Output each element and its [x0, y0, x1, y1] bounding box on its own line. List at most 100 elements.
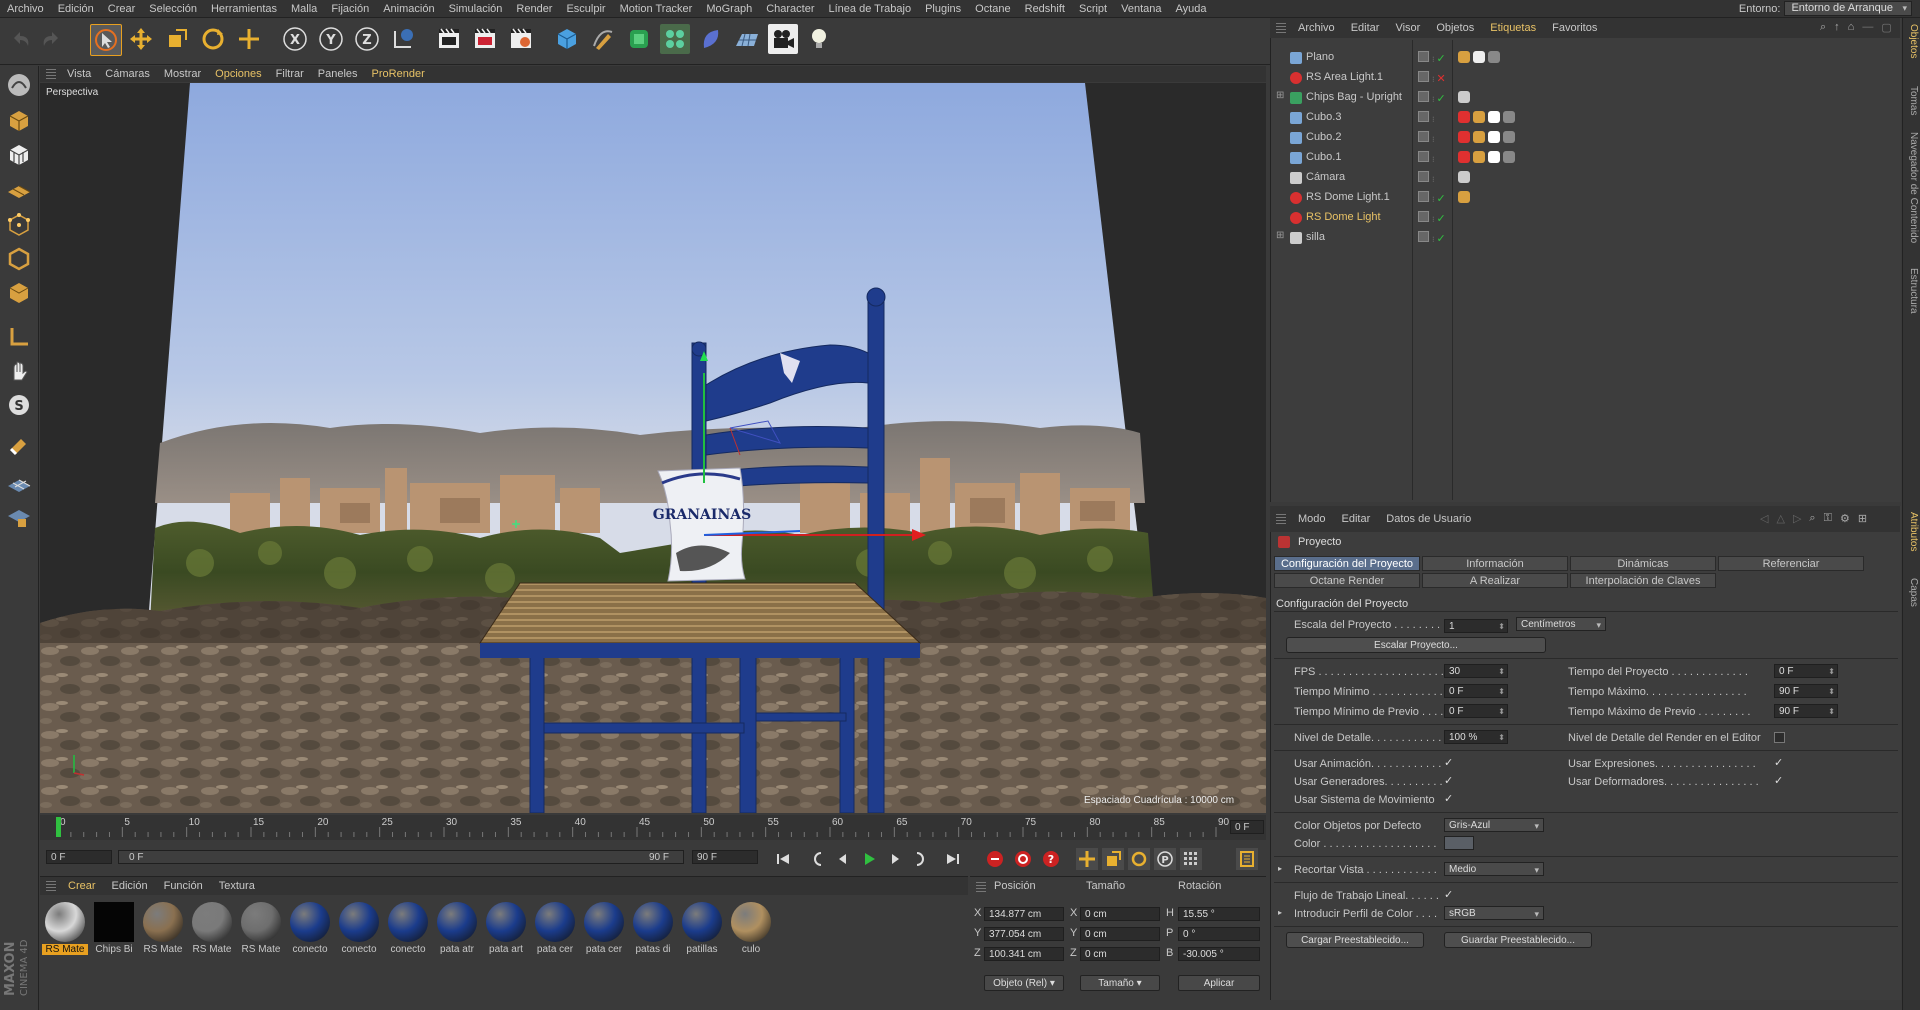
tag-icon[interactable]: [1458, 171, 1470, 183]
escalar-proyecto-button[interactable]: Escalar Proyecto...: [1286, 637, 1546, 653]
search-icon[interactable]: ⌕: [1820, 21, 1826, 34]
goto-start-icon[interactable]: [772, 848, 794, 870]
minimize-icon[interactable]: —: [1862, 21, 1873, 34]
next-frame-icon[interactable]: [884, 848, 906, 870]
size-mode-dropdown[interactable]: Tamaño ▾: [1080, 975, 1160, 991]
playhead[interactable]: [56, 817, 61, 837]
material-item[interactable]: Chips Bi: [91, 902, 137, 955]
x-axis-lock-icon[interactable]: X: [280, 24, 310, 54]
texture-mode-icon[interactable]: [4, 140, 34, 170]
pos-y-field[interactable]: 377.054 cm: [984, 927, 1064, 941]
object-tags[interactable]: [1458, 191, 1470, 203]
maximize-icon[interactable]: ▢: [1881, 21, 1891, 34]
tab-informacion[interactable]: Información: [1422, 556, 1568, 571]
object-tags[interactable]: [1458, 51, 1500, 63]
tag-icon[interactable]: [1458, 91, 1470, 103]
material-menu-0[interactable]: Crear: [60, 880, 104, 892]
material-menu-2[interactable]: Función: [156, 880, 211, 892]
side-tab-objetos[interactable]: Objetos: [1905, 24, 1919, 58]
rotate-tool-icon[interactable]: [198, 24, 228, 54]
menu-fijación[interactable]: Fijación: [324, 3, 376, 15]
record-scale-icon[interactable]: [1102, 848, 1124, 870]
record-keys-icon[interactable]: [984, 848, 1006, 870]
z-axis-lock-icon[interactable]: Z: [352, 24, 382, 54]
model-mode-icon[interactable]: [4, 106, 34, 136]
axis-mode-icon[interactable]: [4, 322, 34, 352]
tag-icon[interactable]: [1488, 111, 1500, 123]
viewport-menu-2[interactable]: Mostrar: [157, 68, 208, 80]
menu-crear[interactable]: Crear: [101, 3, 143, 15]
material-item[interactable]: RS Mate: [238, 902, 284, 955]
goto-end-icon[interactable]: [942, 848, 964, 870]
back-arrow-icon[interactable]: ◁: [1760, 512, 1768, 525]
rot-b-field[interactable]: -30.005 °: [1178, 947, 1260, 961]
tag-icon[interactable]: [1488, 131, 1500, 143]
menu-script[interactable]: Script: [1072, 3, 1114, 15]
start-frame-field[interactable]: 0 F: [46, 850, 112, 864]
size-x-field[interactable]: 0 cm: [1080, 907, 1160, 921]
play-forward-icon[interactable]: [858, 848, 880, 870]
search-icon[interactable]: ⌕: [1809, 512, 1815, 525]
usar-animacion-checkbox[interactable]: ✓: [1444, 758, 1455, 769]
tag-icon[interactable]: [1458, 191, 1470, 203]
workplane-icon[interactable]: [4, 468, 34, 498]
home-icon[interactable]: ⌂: [1848, 21, 1855, 34]
material-item[interactable]: RS Mate: [189, 902, 235, 955]
visibility-flags[interactable]: ⁝ ✓: [1418, 231, 1448, 245]
lock-icon[interactable]: ⚿: [1824, 512, 1832, 525]
record-parameter-icon[interactable]: P: [1154, 848, 1176, 870]
nivel-detalle-render-checkbox[interactable]: [1774, 732, 1785, 743]
new-window-icon[interactable]: ⊞: [1858, 512, 1867, 525]
visibility-flags[interactable]: ⁝ ✕: [1418, 71, 1448, 85]
escala-field[interactable]: 1: [1444, 619, 1508, 634]
record-rotation-icon[interactable]: [1128, 848, 1150, 870]
object-row[interactable]: Cubo.2 ⁝: [1272, 128, 1900, 148]
color-objetos-dropdown[interactable]: Gris-Azul: [1444, 818, 1544, 833]
menu-simulación[interactable]: Simulación: [442, 3, 510, 15]
usar-movimiento-checkbox[interactable]: ✓: [1444, 794, 1455, 805]
previous-key-icon[interactable]: [806, 848, 828, 870]
timeline-window-icon[interactable]: [1236, 848, 1258, 870]
visibility-flags[interactable]: ⁝ ✓: [1418, 211, 1448, 225]
visibility-flags[interactable]: ⁝: [1418, 131, 1448, 145]
color-swatch[interactable]: [1444, 836, 1474, 850]
up-arrow-icon[interactable]: △: [1776, 512, 1784, 525]
attributes-menu-1[interactable]: Editar: [1334, 513, 1379, 525]
size-y-field[interactable]: 0 cm: [1080, 927, 1160, 941]
object-row[interactable]: ⊞ silla ⁝ ✓: [1272, 228, 1900, 248]
tag-icon[interactable]: [1503, 131, 1515, 143]
render-picture-viewer-icon[interactable]: [470, 24, 500, 54]
tag-icon[interactable]: [1458, 131, 1470, 143]
menu-archivo[interactable]: Archivo: [0, 3, 51, 15]
tab-octane-render[interactable]: Octane Render: [1274, 573, 1420, 588]
menu-motion-tracker[interactable]: Motion Tracker: [613, 3, 700, 15]
tab-interpolacion[interactable]: Interpolación de Claves: [1570, 573, 1716, 588]
viewport-menu-4[interactable]: Filtrar: [269, 68, 311, 80]
object-tags[interactable]: [1458, 131, 1515, 143]
deformer-icon[interactable]: [696, 24, 726, 54]
tiempo-maximo-field[interactable]: 90 F: [1774, 684, 1838, 699]
menu-edición[interactable]: Edición: [51, 3, 101, 15]
attributes-menu-0[interactable]: Modo: [1290, 513, 1334, 525]
menu-character[interactable]: Character: [759, 3, 821, 15]
tag-icon[interactable]: [1488, 51, 1500, 63]
object-row[interactable]: Cámara ⁝: [1272, 168, 1900, 188]
menu-selección[interactable]: Selección: [142, 3, 204, 15]
tag-icon[interactable]: [1503, 111, 1515, 123]
range-slider[interactable]: 0 F 90 F: [118, 850, 684, 864]
panel-grip-icon[interactable]: [976, 882, 986, 892]
transform-tool-icon[interactable]: [234, 24, 264, 54]
object-row[interactable]: RS Dome Light.1 ⁝ ✓: [1272, 188, 1900, 208]
snap-icon[interactable]: S: [4, 390, 34, 420]
visibility-flags[interactable]: ⁝: [1418, 171, 1448, 185]
menu-esculpir[interactable]: Esculpir: [559, 3, 612, 15]
move-tool-icon[interactable]: [126, 24, 156, 54]
object-menu-2[interactable]: Visor: [1387, 22, 1428, 34]
side-tab-tomas[interactable]: Tomas: [1905, 86, 1919, 115]
object-menu-0[interactable]: Archivo: [1290, 22, 1343, 34]
viewport-menu-3[interactable]: Opciones: [208, 68, 268, 80]
menu-octane[interactable]: Octane: [968, 3, 1017, 15]
current-frame-field[interactable]: 0 F: [1230, 820, 1264, 834]
material-item[interactable]: patillas: [679, 902, 725, 955]
magnet-icon[interactable]: [4, 432, 34, 462]
